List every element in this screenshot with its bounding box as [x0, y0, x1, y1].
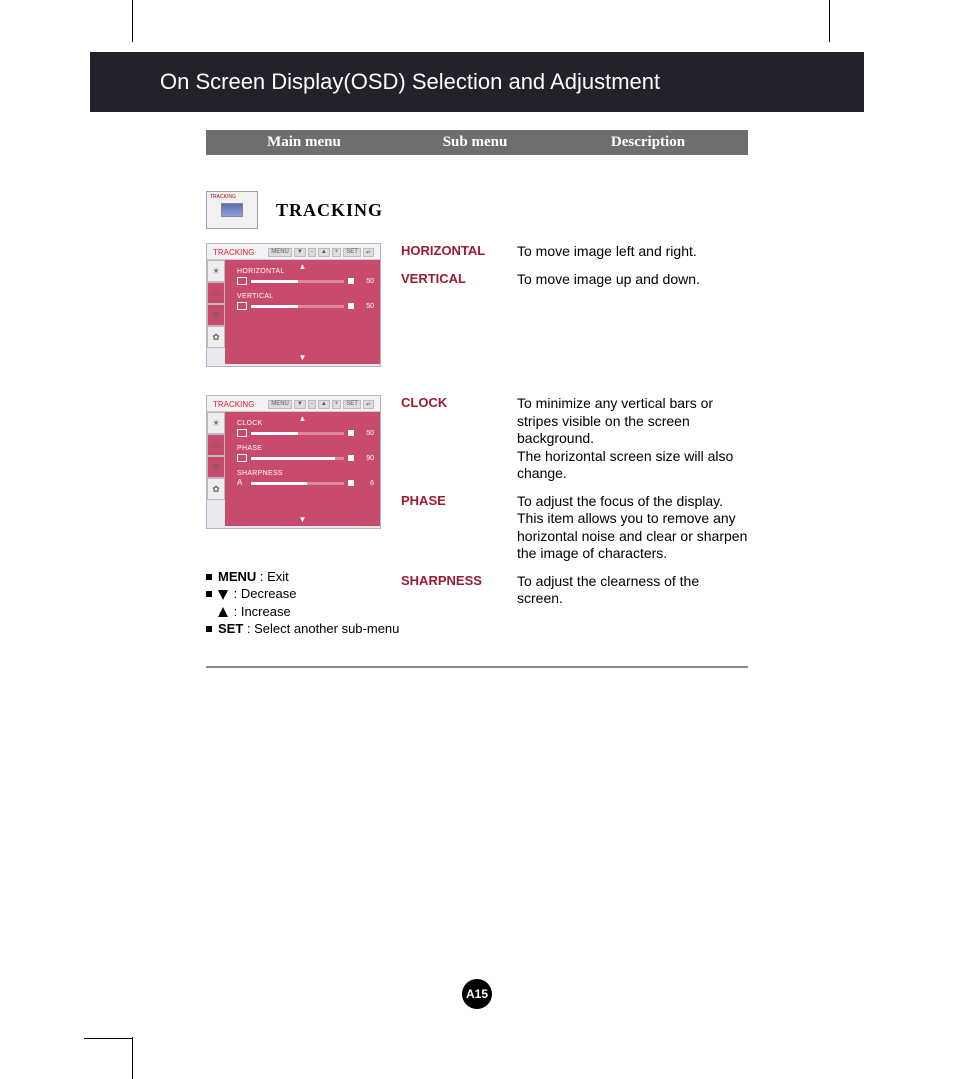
slider-knob — [348, 430, 354, 436]
slider-knob — [348, 480, 354, 486]
sharpness-icon: A — [237, 479, 247, 487]
page-title: On Screen Display(OSD) Selection and Adj… — [160, 69, 660, 95]
osd2-nav-plus: + — [332, 400, 342, 409]
osd-item: SHARPNESS A 6 — [237, 470, 374, 487]
submenu-label: HORIZONTAL — [401, 243, 517, 261]
osd-tab-icon: ⚙ — [207, 304, 225, 326]
page-header: On Screen Display(OSD) Selection and Adj… — [90, 52, 864, 112]
thumb-mini-icon — [221, 203, 243, 217]
osd2-nav-set: SET — [343, 400, 361, 409]
legend-dec-txt: : Decrease — [230, 586, 296, 601]
crop-mark — [84, 1038, 132, 1039]
osd-tab-icon: ☀ — [207, 412, 225, 434]
osd2-title: TRACKING — [213, 400, 254, 409]
description-text: To move image left and right. — [517, 243, 748, 261]
col-header-sub: Sub menu — [402, 134, 548, 151]
bullet-icon — [206, 626, 212, 632]
vertical-icon — [237, 302, 247, 310]
slider-knob — [348, 303, 354, 309]
description-text: To adjust the focus of the display. This… — [517, 493, 748, 563]
osd-item: PHASE 90 — [237, 445, 374, 462]
osd1-title: TRACKING — [213, 248, 254, 257]
tracking-thumb: TRACKING — [206, 191, 258, 229]
osd-item-value: 50 — [358, 430, 374, 437]
submenu-label: SHARPNESS — [401, 573, 517, 608]
osd2-nav-minus: - — [308, 400, 316, 409]
osd-tab-icon: ▭ — [207, 434, 225, 456]
legend-set-txt: : Select another sub-menu — [243, 621, 399, 636]
osd2-nav-menu: MENU — [268, 400, 292, 409]
osd1-nav-menu: MENU — [268, 248, 292, 257]
osd-item-label: VERTICAL — [237, 293, 374, 300]
osd1-nav-set: SET — [343, 248, 361, 257]
osd-item-value: 90 — [358, 455, 374, 462]
table-header: Main menu Sub menu Description — [206, 130, 748, 155]
horizontal-icon — [237, 277, 247, 285]
osd1-nav-minus: - — [308, 248, 316, 257]
arrow-up-icon: ▲ — [299, 414, 307, 423]
bullet-icon — [206, 574, 212, 580]
osd1-nav-down: ▼ — [294, 248, 306, 257]
thumb-label: TRACKING — [210, 194, 236, 200]
crop-mark — [829, 0, 830, 42]
description-text: To move image up and down. — [517, 271, 748, 289]
crop-mark — [132, 0, 133, 42]
triangle-up-icon — [218, 607, 228, 617]
osd-item-label: PHASE — [237, 445, 374, 452]
submenu-label: VERTICAL — [401, 271, 517, 289]
arrow-down-icon: ▼ — [299, 353, 307, 362]
section-title: TRACKING — [276, 200, 383, 221]
col-header-desc: Description — [548, 134, 748, 151]
osd2-nav-down: ▼ — [294, 400, 306, 409]
slider-knob — [348, 455, 354, 461]
legend-menu-key: MENU — [218, 569, 256, 584]
col-header-main: Main menu — [206, 134, 402, 151]
description-text: To minimize any vertical bars or stripes… — [517, 395, 748, 483]
bullet-icon — [206, 591, 212, 597]
arrow-up-icon: ▲ — [299, 262, 307, 271]
osd-tab-icon: ✿ — [207, 478, 225, 500]
clock-icon — [237, 429, 247, 437]
triangle-down-icon — [218, 590, 228, 600]
osd1-nav-up: ▲ — [318, 248, 330, 257]
legend-set-key: SET — [218, 621, 243, 636]
osd-item-value: 50 — [358, 278, 374, 285]
osd-tab-icon: ✿ — [207, 326, 225, 348]
osd-screenshot-2: TRACKING MENU ▼ - ▲ + SET ↵ ☀ ▭ — [206, 395, 381, 529]
osd-item: VERTICAL 50 — [237, 293, 374, 310]
osd-tab-icon: ☀ — [207, 260, 225, 282]
slider-knob — [348, 278, 354, 284]
osd2-nav-up: ▲ — [318, 400, 330, 409]
osd-screenshot-1: TRACKING MENU ▼ - ▲ + SET ↵ ☀ ▭ — [206, 243, 381, 367]
phase-icon — [237, 454, 247, 462]
osd-tab-icon: ▭ — [207, 282, 225, 304]
osd-item-label: SHARPNESS — [237, 470, 374, 477]
osd1-nav-arrow: ↵ — [363, 248, 374, 257]
legend-menu-txt: : Exit — [256, 569, 289, 584]
submenu-label: CLOCK — [401, 395, 517, 483]
submenu-label: PHASE — [401, 493, 517, 563]
description-text: To adjust the clearness of the screen. — [517, 573, 748, 608]
osd-item-value: 6 — [358, 480, 374, 487]
page-number: A15 — [462, 979, 492, 1009]
osd1-nav-plus: + — [332, 248, 342, 257]
arrow-down-icon: ▼ — [299, 515, 307, 524]
crop-mark — [132, 1037, 133, 1079]
section-divider — [206, 666, 748, 668]
legend-inc-txt: : Increase — [230, 604, 291, 619]
osd2-nav-arrow: ↵ — [363, 400, 374, 409]
osd-tab-icon: ⚙ — [207, 456, 225, 478]
osd-item-value: 50 — [358, 303, 374, 310]
